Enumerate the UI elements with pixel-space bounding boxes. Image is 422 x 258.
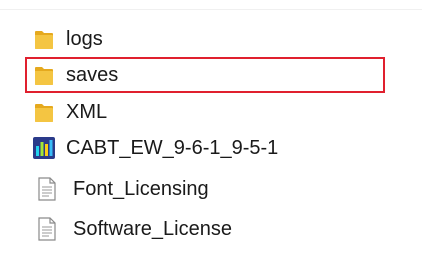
folder-icon bbox=[32, 100, 56, 124]
file-name: logs bbox=[66, 28, 103, 50]
file-item-xml[interactable]: XML bbox=[26, 95, 384, 129]
file-item-cabt-app[interactable]: CABT_EW_9-6-1_9-5-1 bbox=[26, 131, 384, 165]
document-icon bbox=[35, 177, 59, 201]
divider bbox=[0, 9, 422, 10]
file-name: saves bbox=[66, 64, 119, 86]
file-item-software-license[interactable]: Software_License bbox=[26, 212, 384, 246]
file-name: XML bbox=[66, 101, 108, 123]
file-explorer-pane: logs saves XML CABT_EW_9-6-1_9-5-1 Font_… bbox=[0, 0, 422, 258]
folder-icon bbox=[32, 63, 56, 87]
file-name: Software_License bbox=[73, 218, 232, 240]
file-name: CABT_EW_9-6-1_9-5-1 bbox=[66, 137, 279, 159]
file-item-font-licensing[interactable]: Font_Licensing bbox=[26, 172, 384, 206]
file-item-saves[interactable]: saves bbox=[25, 57, 385, 93]
file-name: Font_Licensing bbox=[73, 178, 209, 200]
document-icon bbox=[35, 217, 59, 241]
app-chart-icon bbox=[32, 136, 56, 160]
folder-icon bbox=[32, 27, 56, 51]
file-item-logs[interactable]: logs bbox=[26, 22, 384, 56]
